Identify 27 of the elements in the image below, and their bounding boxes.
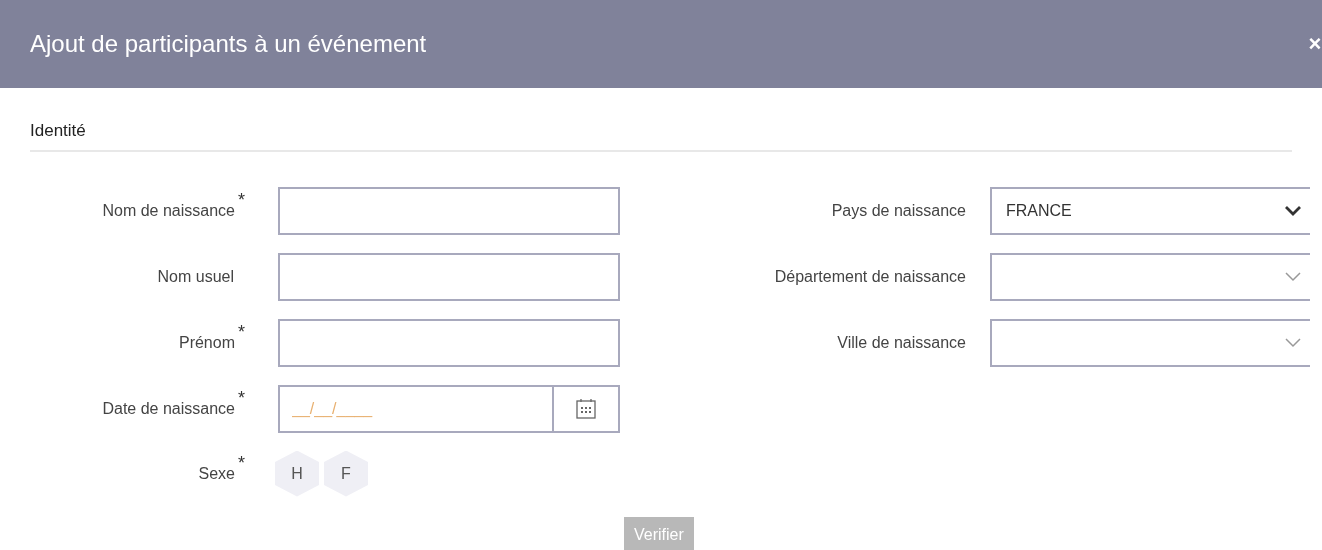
field-label: Date de naissance	[102, 398, 235, 419]
select-field[interactable]: FRANCE	[990, 186, 1310, 235]
field-label: Département de naissance	[773, 266, 967, 287]
sex-option[interactable]: H	[275, 450, 319, 497]
field-label: Prénom	[178, 332, 235, 353]
text-field[interactable]	[278, 252, 620, 301]
field-label: Nom usuel	[157, 266, 234, 287]
chevron-down-icon	[1284, 205, 1302, 216]
text-field[interactable]	[278, 318, 620, 367]
calendar-icon[interactable]	[576, 397, 596, 420]
field-label: Sexe	[198, 463, 235, 484]
required-asterisk: *	[238, 453, 245, 472]
chevron-down-icon	[1284, 337, 1302, 348]
field-label: Nom de naissance	[102, 200, 235, 221]
chevron-down-icon	[1284, 271, 1302, 282]
date-field[interactable]: __/__/____	[278, 384, 552, 433]
required-asterisk: *	[238, 322, 245, 341]
required-asterisk: *	[238, 388, 245, 407]
field-label: Pays de naissance	[830, 200, 967, 221]
text-field[interactable]	[278, 186, 620, 235]
dialog-title: Ajout de participants à un événement	[30, 29, 427, 59]
section-title: Identité	[30, 121, 86, 140]
required-asterisk: *	[238, 190, 245, 209]
field-label: Ville de naissance	[836, 332, 967, 353]
select-value: FRANCE	[1006, 200, 1072, 221]
sex-option[interactable]: F	[324, 450, 368, 497]
close-button[interactable]: ×	[1308, 33, 1322, 55]
